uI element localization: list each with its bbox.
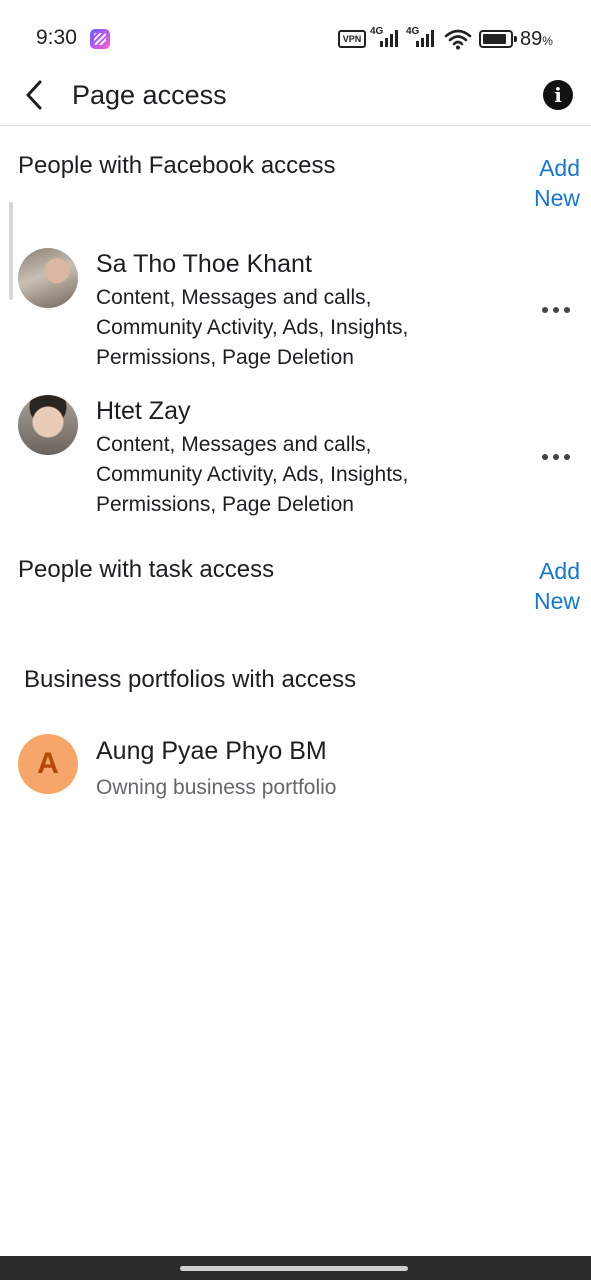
- system-navigation-bar: [0, 1256, 591, 1280]
- section-title-task-access: People with task access: [18, 556, 275, 583]
- avatar: [18, 248, 78, 308]
- header-bar: Page access i: [0, 78, 591, 126]
- status-bar: 9:30 VPN 4G 4G 89%: [0, 0, 591, 78]
- person-name: Sa Tho Thoe Khant: [96, 250, 312, 278]
- avatar: A: [18, 734, 78, 794]
- add-new-task-access-button[interactable]: Add New: [500, 556, 580, 616]
- add-new-label: Add: [539, 558, 580, 584]
- battery-percent: 89%: [520, 28, 553, 50]
- app-notification-icon: [90, 29, 110, 49]
- permissions-line: Content, Messages and calls,: [96, 433, 372, 456]
- network-type-label: 4G: [406, 26, 420, 37]
- battery-icon: [479, 30, 517, 48]
- section-title-business-portfolios: Business portfolios with access: [24, 666, 357, 693]
- wifi-icon: [444, 29, 472, 50]
- info-icon[interactable]: i: [543, 80, 573, 110]
- permissions-line: Permissions, Page Deletion: [96, 493, 354, 516]
- network-type-label: 4G: [370, 26, 384, 37]
- cell-signal-icon: 4G: [406, 26, 440, 48]
- permissions-line: Community Activity, Ads, Insights,: [96, 316, 409, 339]
- person-permissions: Content, Messages and calls, Community A…: [96, 283, 496, 373]
- portfolio-subtitle: Owning business portfolio: [96, 776, 337, 799]
- list-item[interactable]: Htet Zay Content, Messages and calls, Co…: [0, 394, 591, 524]
- add-new-label: New: [533, 588, 580, 614]
- list-item[interactable]: A Aung Pyae Phyo BM Owning business port…: [0, 734, 591, 806]
- person-permissions: Content, Messages and calls, Community A…: [96, 430, 496, 520]
- section-title-facebook-access: People with Facebook access: [18, 152, 336, 179]
- cell-signal-icon: 4G: [370, 26, 404, 48]
- back-button[interactable]: [18, 78, 54, 114]
- add-new-facebook-access-button[interactable]: Add New: [500, 153, 580, 213]
- add-new-label: New: [533, 185, 580, 211]
- permissions-line: Permissions, Page Deletion: [96, 346, 354, 369]
- chevron-left-icon: [26, 80, 42, 110]
- home-indicator[interactable]: [180, 1266, 408, 1271]
- more-options-button[interactable]: [538, 446, 574, 466]
- more-options-button[interactable]: [538, 299, 574, 319]
- person-name: Htet Zay: [96, 397, 191, 425]
- portfolio-name: Aung Pyae Phyo BM: [96, 737, 327, 765]
- status-time: 9:30: [36, 26, 77, 49]
- permissions-line: Community Activity, Ads, Insights,: [96, 463, 409, 486]
- list-item[interactable]: Sa Tho Thoe Khant Content, Messages and …: [0, 247, 591, 377]
- permissions-line: Content, Messages and calls,: [96, 286, 372, 309]
- avatar: [18, 395, 78, 455]
- add-new-label: Add: [539, 155, 580, 181]
- vpn-badge: VPN: [338, 30, 366, 48]
- page-title: Page access: [72, 80, 227, 110]
